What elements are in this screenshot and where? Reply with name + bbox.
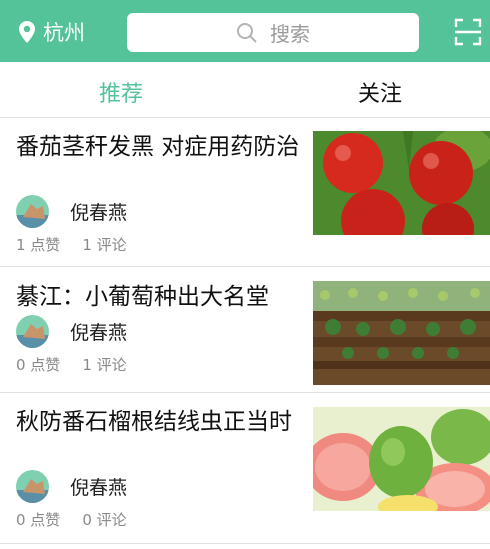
guava-image xyxy=(313,407,490,511)
article-stats: 0 点赞 1 评论 xyxy=(16,354,149,375)
author-name: 倪春燕 xyxy=(70,322,128,344)
article-title[interactable]: 秋防番石榴根结线虫正当时 xyxy=(16,407,306,437)
avatar xyxy=(16,315,49,348)
article-author: 倪春燕 xyxy=(16,195,127,228)
location-pin-icon xyxy=(19,21,35,43)
author-name: 倪春燕 xyxy=(70,477,128,499)
like-count: 1 点赞 xyxy=(16,236,61,254)
article-thumbnail[interactable] xyxy=(313,131,490,235)
search-placeholder: 搜索 xyxy=(270,22,310,46)
article-stats: 0 点赞 0 评论 xyxy=(16,509,149,530)
like-count: 0 点赞 xyxy=(16,356,61,374)
tab-bar: 推荐 关注 xyxy=(0,62,490,118)
article-item[interactable]: 秋防番石榴根结线虫正当时 倪春燕 0 点赞 0 评论 xyxy=(0,393,490,543)
article-item[interactable]: 綦江：小葡萄种出大名堂 倪春燕 0 点赞 1 评论 xyxy=(0,267,490,392)
location-selector[interactable]: 杭州 xyxy=(18,17,85,47)
comment-count: 1 评论 xyxy=(82,356,127,374)
article-author: 倪春燕 xyxy=(16,315,127,348)
avatar xyxy=(16,470,49,503)
top-bar: 杭州 搜索 xyxy=(0,0,490,62)
search-input[interactable]: 搜索 xyxy=(127,13,419,52)
article-item[interactable]: 番茄茎秆发黑 对症用药防治 倪春燕 1 点赞 1 评论 xyxy=(0,118,490,266)
article-thumbnail[interactable] xyxy=(313,281,490,385)
article-title[interactable]: 番茄茎秆发黑 对症用药防治 xyxy=(16,132,306,162)
grape-vineyard-image xyxy=(313,281,490,385)
article-stats: 1 点赞 1 评论 xyxy=(16,234,149,255)
tab-recommended[interactable]: 推荐 xyxy=(99,76,143,108)
article-thumbnail[interactable] xyxy=(313,407,490,511)
author-name: 倪春燕 xyxy=(70,202,128,224)
article-title[interactable]: 綦江：小葡萄种出大名堂 xyxy=(16,282,306,312)
divider xyxy=(0,543,490,544)
scan-icon[interactable] xyxy=(454,18,482,46)
like-count: 0 点赞 xyxy=(16,511,61,529)
avatar xyxy=(16,195,49,228)
comment-count: 1 评论 xyxy=(82,236,127,254)
city-label: 杭州 xyxy=(43,21,85,45)
article-author: 倪春燕 xyxy=(16,470,127,503)
tab-following[interactable]: 关注 xyxy=(358,76,402,108)
search-icon xyxy=(237,22,257,43)
tomatoes-image xyxy=(313,131,490,235)
comment-count: 0 评论 xyxy=(82,511,127,529)
